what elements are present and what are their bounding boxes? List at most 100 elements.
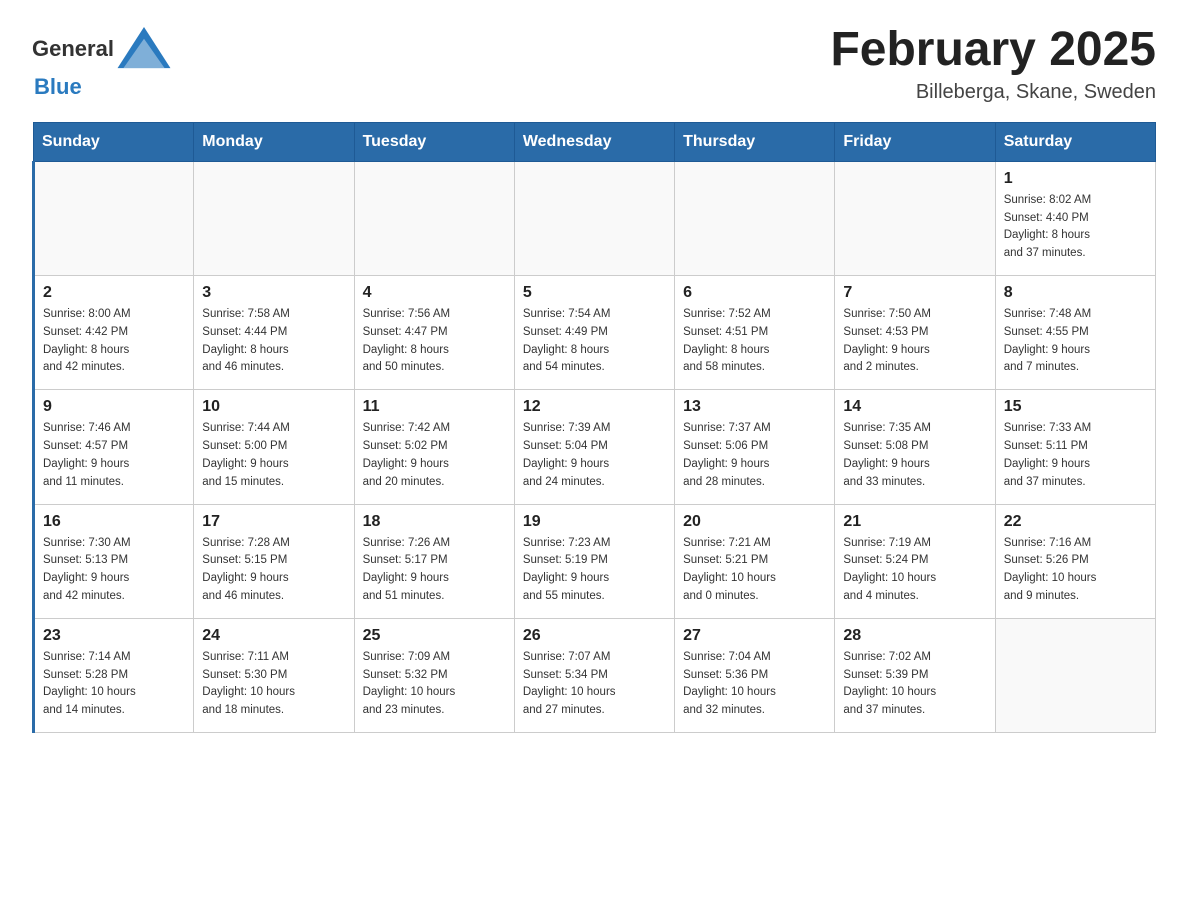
day-number: 22 <box>1004 513 1147 531</box>
day-info: Sunrise: 7:46 AMSunset: 4:57 PMDaylight:… <box>43 420 185 491</box>
day-info: Sunrise: 7:39 AMSunset: 5:04 PMDaylight:… <box>523 420 666 491</box>
day-number: 6 <box>683 284 826 302</box>
calendar-cell <box>675 161 835 275</box>
page-header: General Blue February 2025 Billeberga, S… <box>32 24 1156 104</box>
calendar-cell: 6Sunrise: 7:52 AMSunset: 4:51 PMDaylight… <box>675 276 835 390</box>
week-row-4: 16Sunrise: 7:30 AMSunset: 5:13 PMDayligh… <box>34 504 1156 618</box>
calendar-cell: 11 Sunrise: 7:42 AMSunset: 5:02 PMDayligh… <box>354 390 514 504</box>
calendar-cell: 12Sunrise: 7:39 AMSunset: 5:04 PMDayligh… <box>514 390 674 504</box>
calendar-cell: 25Sunrise: 7:09 AMSunset: 5:32 PMDayligh… <box>354 618 514 732</box>
calendar-cell: 7 Sunrise: 7:50 AMSunset: 4:53 PMDaylight… <box>835 276 995 390</box>
day-info: Sunrise: 7:21 AMSunset: 5:21 PMDaylight:… <box>683 535 826 606</box>
day-number: 28 <box>843 627 986 645</box>
calendar-cell: 16Sunrise: 7:30 AMSunset: 5:13 PMDayligh… <box>34 504 194 618</box>
week-row-5: 23 Sunrise: 7:14 AMSunset: 5:28 PMDayligh… <box>34 618 1156 732</box>
calendar-cell: 1 Sunrise: 8:02 AMSunset: 4:40 PMDaylight… <box>995 161 1155 275</box>
calendar-cell: 9 Sunrise: 7:46 AMSunset: 4:57 PMDaylight… <box>34 390 194 504</box>
calendar-cell: 3 Sunrise: 7:58 AMSunset: 4:44 PMDaylight… <box>194 276 354 390</box>
day-number: 25 <box>363 627 506 645</box>
day-number: 8 <box>1004 284 1147 302</box>
day-info: Sunrise: 7:37 AMSunset: 5:06 PMDaylight:… <box>683 420 826 491</box>
day-number: 19 <box>523 513 666 531</box>
calendar-cell <box>514 161 674 275</box>
day-info: Sunrise: 7:58 AMSunset: 4:44 PMDaylight:… <box>202 306 345 377</box>
logo-icon <box>114 24 174 74</box>
calendar-cell: 27 Sunrise: 7:04 AMSunset: 5:36 PMDayligh… <box>675 618 835 732</box>
day-number: 13 <box>683 398 826 416</box>
calendar-cell <box>34 161 194 275</box>
day-info: Sunrise: 7:50 AMSunset: 4:53 PMDaylight:… <box>843 306 986 377</box>
day-number: 17 <box>202 513 345 531</box>
weekday-header-tuesday: Tuesday <box>354 122 514 161</box>
day-info: Sunrise: 8:02 AMSunset: 4:40 PMDaylight:… <box>1004 192 1147 263</box>
calendar-cell: 13 Sunrise: 7:37 AMSunset: 5:06 PMDayligh… <box>675 390 835 504</box>
logo: General Blue <box>32 24 174 100</box>
calendar-cell: 2 Sunrise: 8:00 AMSunset: 4:42 PMDaylight… <box>34 276 194 390</box>
weekday-header-friday: Friday <box>835 122 995 161</box>
day-number: 20 <box>683 513 826 531</box>
logo-general-text: General <box>32 36 114 62</box>
day-info: Sunrise: 7:14 AMSunset: 5:28 PMDaylight:… <box>43 649 185 720</box>
calendar-cell: 21 Sunrise: 7:19 AMSunset: 5:24 PMDayligh… <box>835 504 995 618</box>
day-info: Sunrise: 7:19 AMSunset: 5:24 PMDaylight:… <box>843 535 986 606</box>
week-row-2: 2 Sunrise: 8:00 AMSunset: 4:42 PMDaylight… <box>34 276 1156 390</box>
day-number: 26 <box>523 627 666 645</box>
page-subtitle: Billeberga, Skane, Sweden <box>830 81 1156 104</box>
day-number: 14 <box>843 398 986 416</box>
day-info: Sunrise: 7:56 AMSunset: 4:47 PMDaylight:… <box>363 306 506 377</box>
week-row-3: 9 Sunrise: 7:46 AMSunset: 4:57 PMDaylight… <box>34 390 1156 504</box>
day-number: 9 <box>43 398 185 416</box>
day-info: Sunrise: 7:28 AMSunset: 5:15 PMDaylight:… <box>202 535 345 606</box>
weekday-header-wednesday: Wednesday <box>514 122 674 161</box>
day-number: 24 <box>202 627 345 645</box>
calendar-cell: 24 Sunrise: 7:11 AMSunset: 5:30 PMDayligh… <box>194 618 354 732</box>
day-info: Sunrise: 7:35 AMSunset: 5:08 PMDaylight:… <box>843 420 986 491</box>
calendar-cell: 19 Sunrise: 7:23 AMSunset: 5:19 PMDayligh… <box>514 504 674 618</box>
calendar-cell <box>835 161 995 275</box>
day-info: Sunrise: 7:04 AMSunset: 5:36 PMDaylight:… <box>683 649 826 720</box>
weekday-header-monday: Monday <box>194 122 354 161</box>
weekday-header-sunday: Sunday <box>34 122 194 161</box>
calendar-cell: 8 Sunrise: 7:48 AMSunset: 4:55 PMDaylight… <box>995 276 1155 390</box>
day-info: Sunrise: 8:00 AMSunset: 4:42 PMDaylight:… <box>43 306 185 377</box>
day-info: Sunrise: 7:44 AMSunset: 5:00 PMDaylight:… <box>202 420 345 491</box>
calendar-cell <box>995 618 1155 732</box>
calendar-cell: 22Sunrise: 7:16 AMSunset: 5:26 PMDayligh… <box>995 504 1155 618</box>
day-number: 16 <box>43 513 185 531</box>
day-number: 10 <box>202 398 345 416</box>
day-number: 27 <box>683 627 826 645</box>
day-number: 1 <box>1004 170 1147 188</box>
day-number: 3 <box>202 284 345 302</box>
week-row-1: 1 Sunrise: 8:02 AMSunset: 4:40 PMDaylight… <box>34 161 1156 275</box>
calendar-cell: 15Sunrise: 7:33 AMSunset: 5:11 PMDayligh… <box>995 390 1155 504</box>
day-number: 7 <box>843 284 986 302</box>
day-info: Sunrise: 7:54 AMSunset: 4:49 PMDaylight:… <box>523 306 666 377</box>
day-info: Sunrise: 7:23 AMSunset: 5:19 PMDaylight:… <box>523 535 666 606</box>
calendar-cell: 10 Sunrise: 7:44 AMSunset: 5:00 PMDayligh… <box>194 390 354 504</box>
calendar-cell: 14 Sunrise: 7:35 AMSunset: 5:08 PMDayligh… <box>835 390 995 504</box>
day-info: Sunrise: 7:48 AMSunset: 4:55 PMDaylight:… <box>1004 306 1147 377</box>
day-number: 21 <box>843 513 986 531</box>
calendar-cell <box>194 161 354 275</box>
page-title: February 2025 <box>830 24 1156 77</box>
day-number: 2 <box>43 284 185 302</box>
calendar-cell: 5Sunrise: 7:54 AMSunset: 4:49 PMDaylight… <box>514 276 674 390</box>
day-info: Sunrise: 7:02 AMSunset: 5:39 PMDaylight:… <box>843 649 986 720</box>
calendar-cell: 28 Sunrise: 7:02 AMSunset: 5:39 PMDayligh… <box>835 618 995 732</box>
day-info: Sunrise: 7:11 AMSunset: 5:30 PMDaylight:… <box>202 649 345 720</box>
calendar-table: SundayMondayTuesdayWednesdayThursdayFrid… <box>32 122 1156 733</box>
calendar-cell <box>354 161 514 275</box>
day-number: 23 <box>43 627 185 645</box>
weekday-header-saturday: Saturday <box>995 122 1155 161</box>
calendar-cell: 23 Sunrise: 7:14 AMSunset: 5:28 PMDayligh… <box>34 618 194 732</box>
day-info: Sunrise: 7:42 AMSunset: 5:02 PMDaylight:… <box>363 420 506 491</box>
day-number: 18 <box>363 513 506 531</box>
day-number: 15 <box>1004 398 1147 416</box>
title-block: February 2025 Billeberga, Skane, Sweden <box>830 24 1156 104</box>
logo-blue-text: Blue <box>34 74 174 100</box>
calendar-cell: 20 Sunrise: 7:21 AMSunset: 5:21 PMDayligh… <box>675 504 835 618</box>
day-number: 11 <box>363 398 506 416</box>
day-info: Sunrise: 7:26 AMSunset: 5:17 PMDaylight:… <box>363 535 506 606</box>
calendar-cell: 26Sunrise: 7:07 AMSunset: 5:34 PMDayligh… <box>514 618 674 732</box>
weekday-header-thursday: Thursday <box>675 122 835 161</box>
